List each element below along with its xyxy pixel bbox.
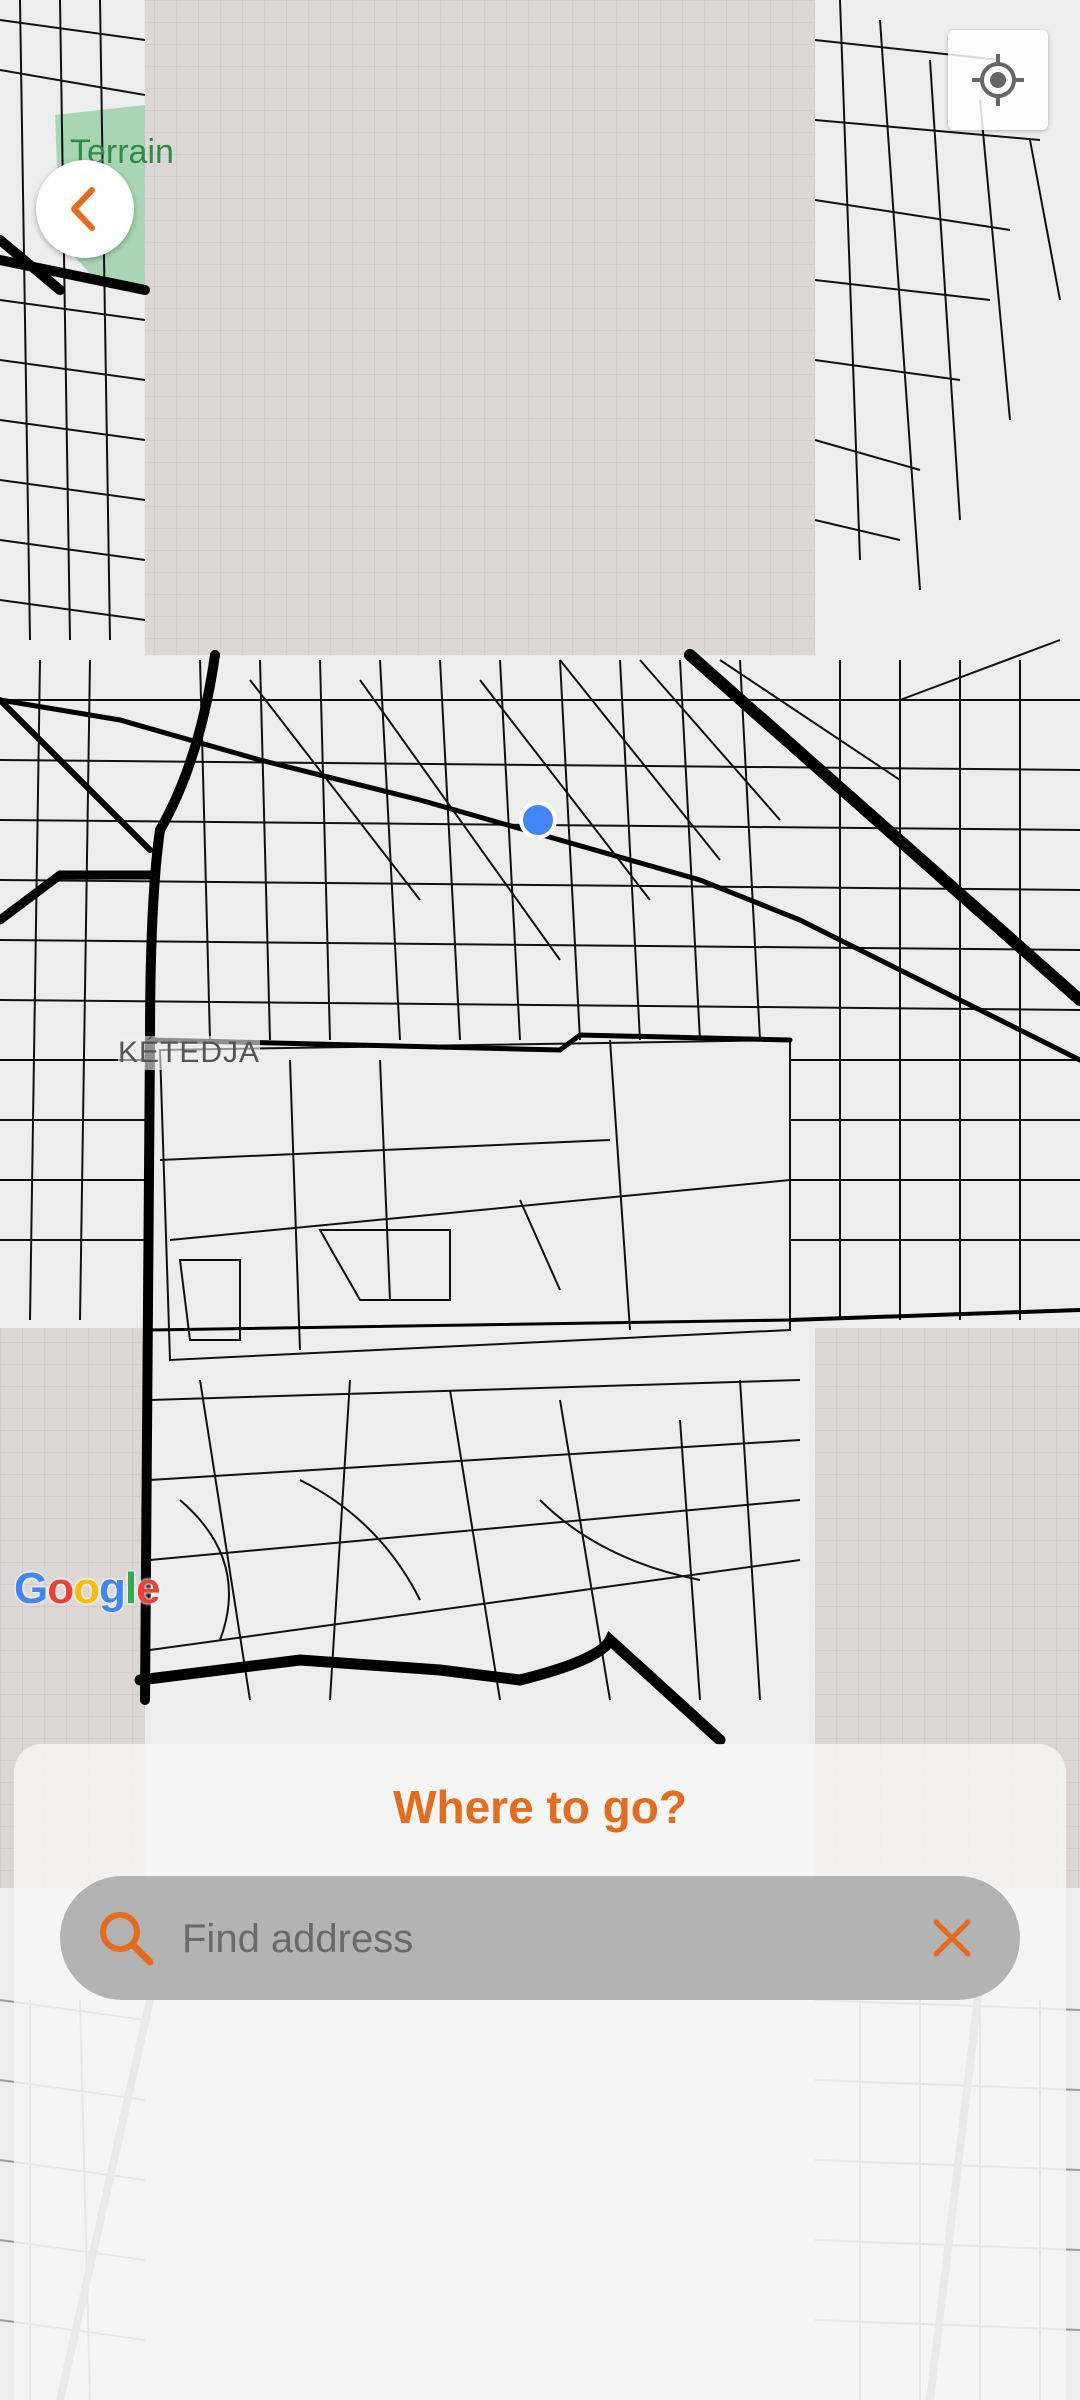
district-label: KÉTEDJA <box>118 1036 261 1070</box>
search-icon <box>100 1912 154 1966</box>
sheet-title: Where to go? <box>393 1781 687 1833</box>
find-address-input[interactable] <box>180 1898 884 1980</box>
current-location-dot <box>519 801 557 839</box>
unloaded-tile <box>145 0 815 655</box>
google-attribution-logo: Google <box>14 1564 161 1614</box>
google-logo-letter: G <box>14 1564 48 1613</box>
google-logo-letter: e <box>136 1564 161 1613</box>
google-logo-letter: l <box>124 1564 137 1613</box>
crosshair-icon <box>972 54 1024 106</box>
screen: Terrain olfe KÉTEDJA Google Where to go? <box>0 0 1080 2400</box>
close-icon <box>933 1919 971 1957</box>
back-button[interactable] <box>36 160 134 258</box>
my-location-button[interactable] <box>948 30 1048 130</box>
destination-sheet: Where to go? <box>14 1744 1066 2400</box>
clear-search-button[interactable] <box>920 1906 984 1970</box>
google-logo-letter: g <box>99 1564 126 1613</box>
search-bar[interactable] <box>60 1876 1020 2000</box>
google-logo-letter: o <box>47 1564 74 1613</box>
google-logo-letter: o <box>73 1564 100 1613</box>
chevron-left-icon <box>71 187 95 231</box>
